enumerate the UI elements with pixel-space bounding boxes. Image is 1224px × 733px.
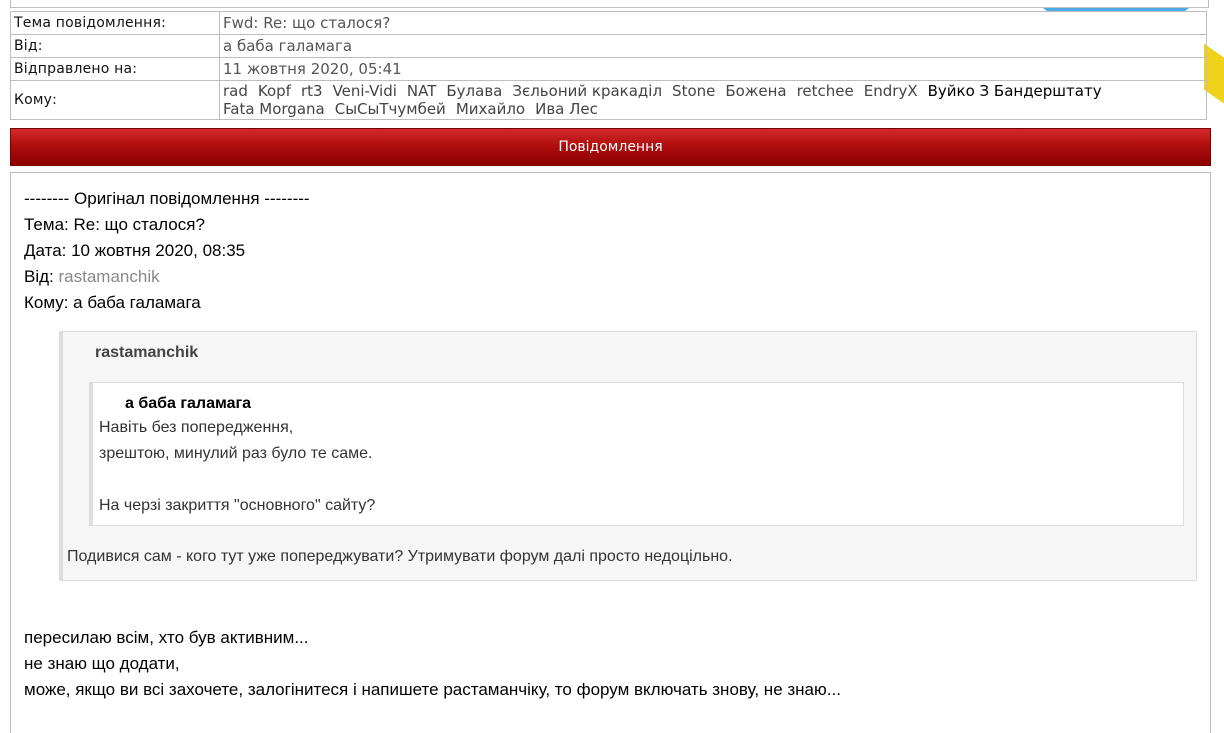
recipient-link[interactable]: Булава	[446, 82, 502, 100]
recipients-list: rad Kopf rt3 Veni-Vidi NAT Булава Зєльоний кра…	[219, 80, 1207, 120]
to-label: Кому:	[10, 80, 220, 120]
recipient-link[interactable]: Божена	[725, 82, 786, 100]
original-to: Кому: а баба галамага	[24, 293, 201, 312]
forward-note-line: може, якщо ви всі захочете, залогінитеся…	[24, 680, 841, 699]
nested-quote-author: а баба галамага	[125, 395, 252, 412]
background-decoration-yellow	[1204, 43, 1224, 107]
recipient-link[interactable]: Veni-Vidi	[333, 82, 397, 100]
quote-author: rastamanchik	[95, 344, 199, 361]
message-header-table: Тема повідомлення: Fwd: Re: що сталося? …	[10, 11, 1207, 120]
recipient-link[interactable]: Вуйко З Бандерштату	[928, 82, 1102, 100]
to-row: Кому: rad Kopf rt3 Veni-Vidi NAT Булава Зєльон…	[10, 80, 1207, 120]
recipient-link[interactable]: NAT	[407, 82, 436, 100]
top-frame	[10, 0, 1209, 8]
recipient-link[interactable]: Зєльоний кракаділ	[512, 82, 662, 100]
recipient-link[interactable]: retchee	[797, 82, 854, 100]
original-date: Дата: 10 жовтня 2020, 08:35	[24, 241, 246, 260]
original-message-info: -------- Оригінал повідомлення -------- …	[24, 186, 310, 316]
from-value[interactable]: а баба галамага	[219, 34, 1207, 58]
subject-row: Тема повідомлення: Fwd: Re: що сталося?	[10, 11, 1207, 35]
message-section-bar: Повідомлення	[10, 128, 1211, 166]
recipient-link[interactable]: Ива Лес	[535, 100, 598, 118]
recipient-link[interactable]: Stone	[672, 82, 715, 100]
message-body: -------- Оригінал повідомлення -------- …	[10, 172, 1211, 733]
original-from: Від: rastamanchik	[24, 264, 310, 290]
recipient-link[interactable]: Михайло	[456, 100, 525, 118]
recipient-link[interactable]: EndryX	[864, 82, 918, 100]
recipient-link[interactable]: rad	[223, 82, 248, 100]
recipient-link[interactable]: СыСыТчумбей	[335, 100, 446, 118]
original-from-label: Від:	[24, 267, 54, 286]
subject-value: Fwd: Re: що сталося?	[219, 11, 1207, 35]
sent-label: Відправлено на:	[10, 57, 220, 81]
nested-quote-line: зрештою, минулий раз було те саме.	[99, 445, 373, 462]
recipient-link[interactable]: rt3	[301, 82, 323, 100]
original-subject: Тема: Re: що сталося?	[24, 215, 205, 234]
quote-block: rastamanchik а баба галамага Навіть без …	[59, 331, 1197, 581]
recipient-link[interactable]: Kopf	[258, 82, 291, 100]
nested-quote-line: Навіть без попередження,	[99, 419, 294, 436]
quote-reply-text: Подивися сам - кого тут уже попереджуват…	[67, 548, 733, 565]
nested-quote-line: На черзі закриття "основного" сайту?	[99, 497, 376, 514]
original-from-link[interactable]: rastamanchik	[59, 267, 160, 286]
subject-label: Тема повідомлення:	[10, 11, 220, 35]
sent-row: Відправлено на: 11 жовтня 2020, 05:41	[10, 57, 1207, 81]
forward-note-line: пересилаю всім, хто був активним...	[24, 628, 309, 647]
recipient-link[interactable]: Fata Morgana	[223, 100, 325, 118]
forward-note-line: не знаю що додати,	[24, 654, 180, 673]
original-header: -------- Оригінал повідомлення --------	[24, 189, 310, 208]
sent-value: 11 жовтня 2020, 05:41	[219, 57, 1207, 81]
forward-note: пересилаю всім, хто був активним... не з…	[24, 625, 841, 703]
nested-quote-block: а баба галамага Навіть без попередження,…	[89, 382, 1184, 526]
from-row: Від: а баба галамага	[10, 34, 1207, 58]
from-label: Від:	[10, 34, 220, 58]
